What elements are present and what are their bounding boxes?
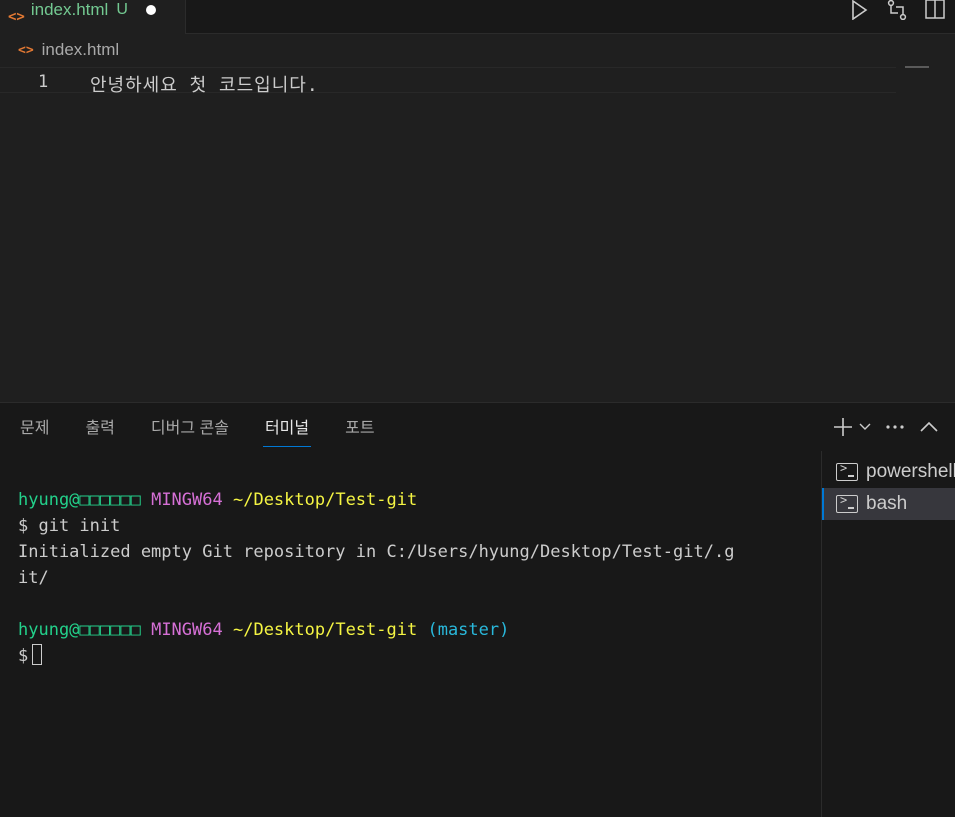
prompt-path: ~/Desktop/Test-git [232, 490, 418, 510]
prompt-user: hyung@□□□□□□ [18, 620, 141, 640]
bottom-panel: 문제 출력 디버그 콘솔 터미널 포트 hyung@□□□□□□ MINGW64… [0, 402, 955, 817]
prompt-path: ~/Desktop/Test-git [232, 620, 418, 640]
code-line-text[interactable]: 안녕하세요 첫 코드입니다. [90, 71, 319, 97]
terminal-name: bash [866, 493, 908, 514]
terminal-instance-list: powershell bash [821, 451, 955, 817]
prompt-symbol: $ [18, 646, 29, 666]
plus-icon[interactable] [833, 417, 853, 442]
split-editor-icon[interactable] [923, 0, 947, 20]
output-line: it/ [18, 568, 49, 588]
terminal-item-powershell[interactable]: powershell [822, 456, 955, 488]
editor-tab-bar: <> index.html U [0, 0, 955, 34]
panel-tabs: 문제 출력 디버그 콘솔 터미널 포트 [18, 417, 409, 447]
prompt-host: MINGW64 [151, 490, 223, 510]
terminal-icon [836, 493, 858, 513]
prompt-user: hyung@□□□□□□ [18, 490, 141, 510]
unsaved-dot-icon[interactable] [145, 5, 156, 15]
run-icon[interactable] [847, 0, 871, 20]
terminal-item-bash[interactable]: bash [822, 488, 955, 520]
tab-problems[interactable]: 문제 [18, 417, 51, 447]
current-line[interactable]: 1 안녕하세요 첫 코드입니다. [0, 67, 896, 96]
output-line: Initialized empty Git repository in C:/U… [18, 542, 735, 562]
breadcrumb: <> index.html [18, 38, 119, 62]
prompt-host: MINGW64 [151, 620, 223, 640]
terminal-cursor [32, 644, 43, 665]
git-status-badge: U [116, 1, 128, 18]
line-number: 1 [38, 72, 49, 92]
prompt-line: hyung@□□□□□□ MINGW64 ~/Desktop/Test-git … [18, 617, 808, 643]
input-line[interactable]: $ [18, 643, 808, 669]
tab-file-name: index.html [30, 0, 109, 19]
editor-tab-index-html[interactable]: <> index.html U [0, 0, 186, 34]
compare-icon[interactable] [885, 0, 909, 20]
html-file-icon: <> [8, 9, 25, 25]
chevron-up-icon[interactable] [919, 417, 939, 442]
tab-ports[interactable]: 포트 [343, 417, 376, 447]
more-icon[interactable] [885, 417, 905, 442]
tab-output[interactable]: 출력 [83, 417, 116, 447]
prompt-line: hyung@□□□□□□ MINGW64 ~/Desktop/Test-git [18, 487, 808, 513]
code-editor[interactable]: 1 안녕하세요 첫 코드입니다. [0, 66, 955, 402]
git-branch: (master) [427, 620, 510, 640]
terminal-output[interactable]: hyung@□□□□□□ MINGW64 ~/Desktop/Test-git $… [18, 487, 808, 669]
html-file-icon: <> [18, 42, 34, 58]
tab-debug-console[interactable]: 디버그 콘솔 [149, 417, 231, 447]
panel-actions [833, 417, 939, 442]
chevron-down-icon[interactable] [859, 417, 871, 442]
terminal-icon [836, 461, 858, 481]
terminal-name: powershell [866, 461, 955, 482]
breadcrumb-file[interactable]: index.html [42, 40, 119, 60]
vscode-window: <> index.html U <> index.html 1 안녕하세요 첫 … [0, 0, 955, 817]
tab-terminal[interactable]: 터미널 [262, 417, 312, 447]
editor-actions [847, 0, 947, 20]
command-line: $ git init [18, 516, 121, 536]
